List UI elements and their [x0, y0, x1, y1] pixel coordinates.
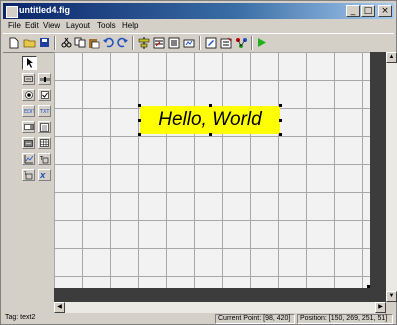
svg-text:X: X [40, 172, 46, 179]
menu-view[interactable]: View [43, 21, 60, 30]
save-icon[interactable] [37, 36, 51, 49]
toolbar-separator [251, 36, 253, 50]
window-title: untitled4.fig [19, 5, 70, 15]
svg-text:T: T [40, 156, 44, 162]
toolbar [3, 33, 394, 53]
menu-layout[interactable]: Layout [66, 21, 90, 30]
maximize-button[interactable]: □ [361, 5, 375, 17]
radio-button-icon[interactable] [22, 89, 35, 101]
scroll-left-button[interactable]: ◀ [54, 302, 65, 313]
toolbar-separator [199, 36, 201, 50]
slider-icon[interactable] [38, 73, 51, 85]
toggle-button-icon[interactable] [22, 137, 35, 149]
figure-border-right [370, 52, 386, 288]
mfile-editor-icon[interactable] [204, 36, 218, 49]
edit-text-icon[interactable]: EDIT [22, 105, 35, 117]
figure-resize-handle[interactable] [367, 285, 370, 288]
resize-handle[interactable] [209, 133, 212, 136]
status-tag: Tag: text2 [5, 314, 36, 321]
close-button[interactable]: × [378, 5, 392, 17]
menu-editor-icon[interactable] [152, 36, 166, 49]
resize-handle[interactable] [279, 133, 282, 136]
scroll-right-button[interactable]: ▶ [375, 302, 386, 313]
resize-handle[interactable] [279, 104, 282, 107]
figure-border-bottom [54, 288, 386, 302]
activex-icon[interactable]: X [38, 169, 51, 181]
svg-text:T: T [24, 171, 27, 176]
guide-window: untitled4.fig _ □ × File Edit View Layou… [0, 0, 397, 325]
component-palette: EDIT TXT T T X [22, 56, 54, 201]
horizontal-scrollbar[interactable]: ◀ ▶ [54, 302, 386, 313]
menu-file[interactable]: File [8, 21, 21, 30]
align-icon[interactable] [137, 36, 151, 49]
resize-handle[interactable] [138, 133, 141, 136]
object-browser-icon[interactable] [234, 36, 248, 49]
new-icon[interactable] [7, 36, 21, 49]
scroll-down-button[interactable]: ▼ [386, 291, 397, 302]
panel-icon[interactable]: T [38, 153, 51, 165]
paste-icon[interactable] [87, 36, 101, 49]
figure-icon [6, 6, 18, 18]
copy-icon[interactable] [73, 36, 87, 49]
menu-edit[interactable]: Edit [25, 21, 39, 30]
cut-icon[interactable] [59, 36, 73, 49]
property-inspector-icon[interactable] [219, 36, 233, 49]
resize-handle[interactable] [138, 104, 141, 107]
minimize-button[interactable]: _ [346, 5, 360, 17]
scroll-up-button[interactable]: ▲ [386, 52, 397, 63]
status-position: Position: [150, 269, 251, 51] [297, 314, 393, 324]
listbox-icon[interactable] [38, 121, 51, 133]
status-current-point: Current Point: [98, 420] [215, 314, 295, 324]
popup-menu-icon[interactable] [22, 121, 35, 133]
open-icon[interactable] [22, 36, 36, 49]
checkbox-icon[interactable] [38, 89, 51, 101]
resize-handle[interactable] [138, 119, 141, 122]
hello-text-object[interactable]: Hello, World [140, 106, 280, 134]
resize-handle[interactable] [279, 119, 282, 122]
table-icon[interactable] [38, 137, 51, 149]
button-group-icon[interactable]: T [22, 169, 35, 181]
static-text-icon[interactable]: TXT [38, 105, 51, 117]
undo-icon[interactable] [101, 36, 115, 49]
tab-order-icon[interactable] [167, 36, 181, 49]
select-arrow-icon[interactable] [22, 56, 37, 70]
axes-icon[interactable] [22, 153, 35, 165]
title-bar: untitled4.fig _ □ × [3, 3, 394, 19]
svg-text:TXT: TXT [40, 109, 50, 114]
run-icon[interactable] [255, 36, 269, 49]
menu-help[interactable]: Help [122, 21, 138, 30]
menu-tools[interactable]: Tools [97, 21, 116, 30]
toolbar-separator [132, 36, 134, 50]
resize-handle[interactable] [209, 104, 212, 107]
layout-canvas[interactable] [54, 52, 370, 288]
redo-icon[interactable] [115, 36, 129, 49]
toolbar-editor-icon[interactable] [182, 36, 196, 49]
status-bar: Tag: text2 Current Point: [98, 420] Posi… [3, 313, 394, 324]
layout-grid [54, 52, 370, 288]
toolbar-separator [54, 36, 56, 50]
svg-text:EDIT: EDIT [24, 109, 34, 114]
push-button-icon[interactable] [22, 73, 35, 85]
vertical-scrollbar[interactable]: ▲ ▼ [386, 52, 397, 302]
menu-bar: File Edit View Layout Tools Help [3, 20, 394, 33]
